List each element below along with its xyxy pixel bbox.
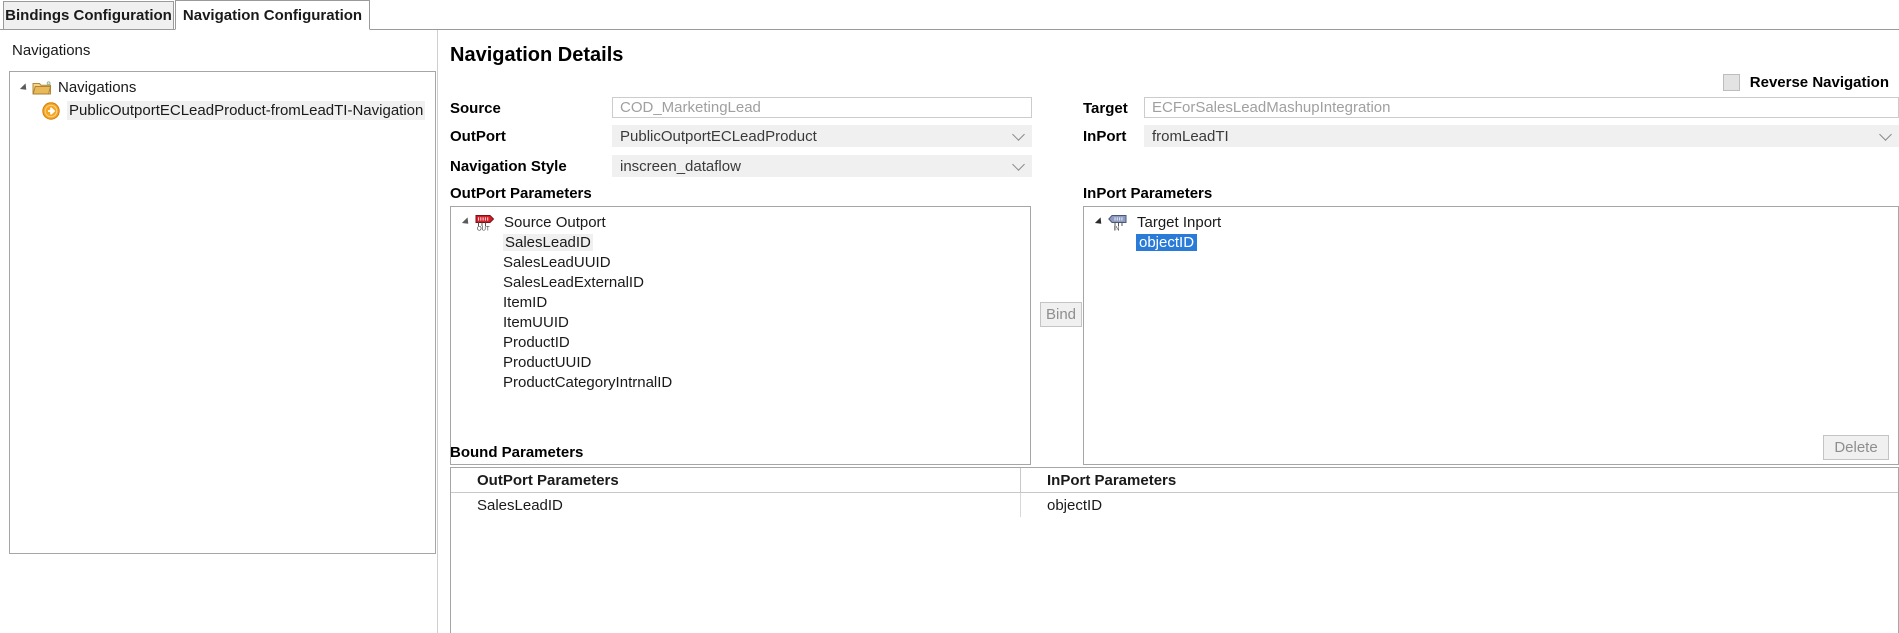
inport-param-item-label: objectID: [1136, 234, 1197, 251]
folder-icon: [32, 80, 52, 96]
tree-node-navigations-root-label: Navigations: [58, 79, 136, 96]
svg-text:IN: IN: [1114, 226, 1120, 231]
outport-param-item[interactable]: ProductUUID: [451, 352, 1030, 372]
target-label: Target: [1083, 100, 1128, 117]
outport-param-item[interactable]: SalesLeadID: [451, 232, 1030, 252]
outport-param-item[interactable]: ProductID: [451, 332, 1030, 352]
svg-text:OUT: OUT: [477, 226, 490, 231]
navigation-style-select[interactable]: inscreen_dataflow: [612, 155, 1032, 177]
outport-tree-root[interactable]: OUT Source Outport: [451, 212, 1030, 232]
cell-inport-parameter: objectID: [1021, 493, 1899, 517]
navigations-header: Navigations: [12, 42, 90, 59]
bind-button-label: Bind: [1046, 306, 1076, 323]
tree-node-navigation-item[interactable]: PublicOutportECLeadProduct-fromLeadTI-Na…: [10, 99, 435, 122]
bound-parameters-label: Bound Parameters: [450, 444, 583, 461]
tab-bindings-configuration[interactable]: Bindings Configuration: [3, 1, 174, 30]
reverse-navigation-row[interactable]: Reverse Navigation: [1723, 74, 1889, 91]
inport-select[interactable]: fromLeadTI: [1144, 125, 1899, 147]
source-label: Source: [450, 100, 501, 117]
outport-param-item-label: SalesLeadUUID: [503, 254, 611, 271]
page-title: Navigation Details: [450, 44, 623, 67]
bound-parameters-table[interactable]: OutPort Parameters InPort Parameters Sal…: [450, 467, 1899, 633]
outport-param-item-label: ItemUUID: [503, 314, 569, 331]
outport-param-item-label: ProductID: [503, 334, 570, 351]
navigation-style-select-value: inscreen_dataflow: [620, 158, 741, 175]
tab-bindings-configuration-label: Bindings Configuration: [5, 7, 172, 24]
out-port-icon: OUT: [474, 213, 496, 231]
column-header-outport-parameters[interactable]: OutPort Parameters: [451, 468, 1021, 493]
inport-param-item[interactable]: objectID: [1084, 232, 1898, 252]
column-header-inport-parameters[interactable]: InPort Parameters: [1021, 468, 1899, 493]
in-port-icon: IN: [1107, 213, 1129, 231]
inport-tree-root[interactable]: IN Target Inport: [1084, 212, 1898, 232]
chevron-down-icon: [1012, 128, 1025, 141]
outport-param-item-label: SalesLeadID: [503, 234, 593, 251]
bind-button[interactable]: Bind: [1040, 302, 1082, 327]
orange-arrow-icon: [42, 102, 60, 120]
outport-param-item-label: SalesLeadExternalID: [503, 274, 644, 291]
expander-collapse-icon[interactable]: [458, 211, 474, 234]
tree-node-navigations-root[interactable]: Navigations: [10, 76, 435, 99]
outport-select-value: PublicOutportECLeadProduct: [620, 128, 817, 145]
outport-param-item-label: ItemID: [503, 294, 547, 311]
outport-param-item-label: ProductUUID: [503, 354, 591, 371]
delete-button[interactable]: Delete: [1823, 435, 1889, 460]
navigations-tree[interactable]: Navigations PublicOutportECLeadProduct-f…: [9, 71, 436, 554]
tab-strip: Bindings Configuration Navigation Config…: [0, 0, 1899, 30]
expander-collapse-icon[interactable]: [1091, 211, 1107, 234]
expander-collapse-icon[interactable]: [16, 76, 32, 99]
chevron-down-icon: [1012, 158, 1025, 171]
inport-label: InPort: [1083, 128, 1126, 145]
outport-tree-root-label: Source Outport: [504, 214, 606, 231]
tree-node-navigation-item-label: PublicOutportECLeadProduct-fromLeadTI-Na…: [67, 101, 425, 120]
outport-parameters-label: OutPort Parameters: [450, 185, 592, 202]
navigation-style-label: Navigation Style: [450, 158, 567, 175]
table-row[interactable]: SalesLeadID objectID: [451, 493, 1898, 517]
inport-select-value: fromLeadTI: [1152, 128, 1229, 145]
cell-outport-parameter: SalesLeadID: [451, 493, 1021, 517]
bound-parameters-table-header: OutPort Parameters InPort Parameters: [451, 468, 1898, 493]
source-field[interactable]: COD_MarketingLead: [612, 97, 1032, 118]
outport-param-item[interactable]: ItemUUID: [451, 312, 1030, 332]
delete-button-label: Delete: [1834, 439, 1877, 456]
reverse-navigation-checkbox[interactable]: [1723, 74, 1740, 91]
outport-select[interactable]: PublicOutportECLeadProduct: [612, 125, 1032, 147]
outport-param-item[interactable]: SalesLeadUUID: [451, 252, 1030, 272]
outport-param-item[interactable]: ItemID: [451, 292, 1030, 312]
inport-parameters-tree[interactable]: IN Target Inport objectID: [1083, 206, 1899, 465]
inport-tree-root-label: Target Inport: [1137, 214, 1221, 231]
navigations-panel: Navigations Navigations: [0, 30, 437, 633]
outport-param-item-label: ProductCategoryIntrnalID: [503, 374, 672, 391]
tab-navigation-configuration-label: Navigation Configuration: [183, 7, 362, 24]
outport-parameters-tree[interactable]: OUT Source Outport SalesLeadID SalesLead…: [450, 206, 1031, 465]
inport-parameters-label: InPort Parameters: [1083, 185, 1212, 202]
chevron-down-icon: [1879, 128, 1892, 141]
tab-navigation-configuration[interactable]: Navigation Configuration: [175, 0, 370, 30]
outport-label: OutPort: [450, 128, 506, 145]
target-field[interactable]: ECForSalesLeadMashupIntegration: [1144, 97, 1899, 118]
outport-param-item[interactable]: SalesLeadExternalID: [451, 272, 1030, 292]
navigation-details-panel: Navigation Details Reverse Navigation So…: [438, 30, 1899, 633]
reverse-navigation-label: Reverse Navigation: [1750, 74, 1889, 91]
outport-param-item[interactable]: ProductCategoryIntrnalID: [451, 372, 1030, 392]
